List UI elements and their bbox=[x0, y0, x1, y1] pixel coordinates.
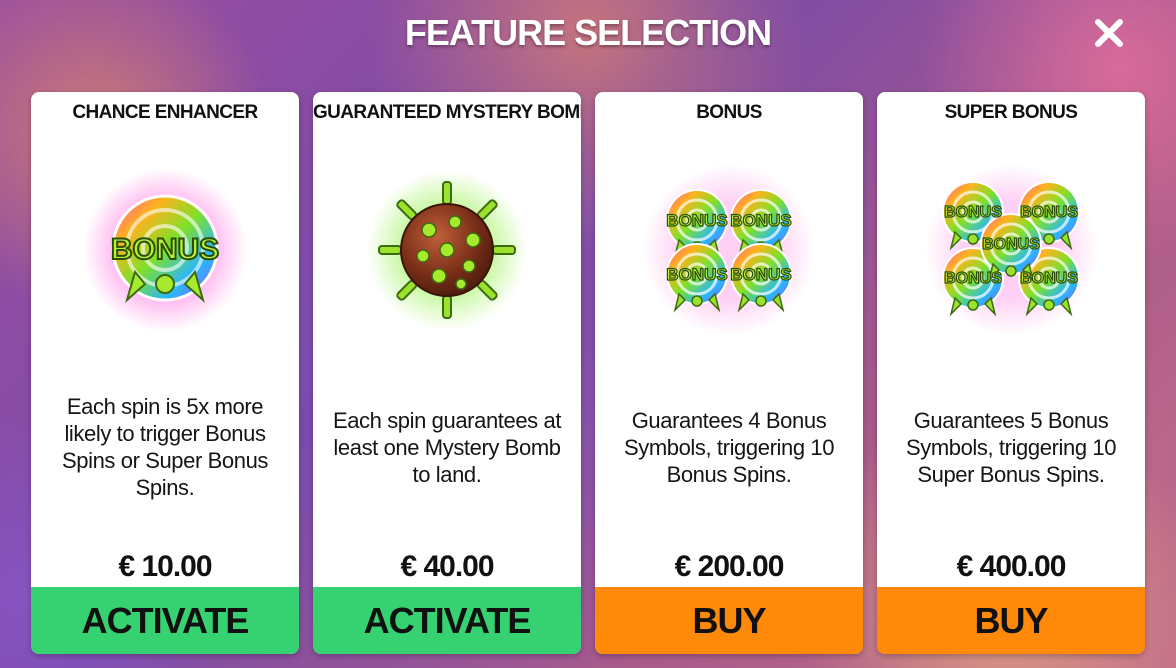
activate-button[interactable]: ACTIVATE bbox=[313, 587, 581, 654]
svg-text:BONUS: BONUS bbox=[666, 211, 727, 230]
activate-button[interactable]: ACTIVATE bbox=[31, 587, 299, 654]
svg-text:BONUS: BONUS bbox=[111, 233, 219, 266]
card-description: Each spin guarantees at least one Myster… bbox=[332, 407, 562, 487]
svg-text:BONUS: BONUS bbox=[666, 265, 727, 284]
buy-button[interactable]: BUY bbox=[877, 587, 1145, 654]
card-title: GUARANTEED MYSTERY BOMB bbox=[313, 102, 581, 123]
page-title: FEATURE SELECTION bbox=[404, 12, 772, 53]
feature-card-chance-enhancer: CHANCE ENHANCER BONUS Each spin is 5x mo… bbox=[31, 92, 299, 654]
svg-text:BONUS: BONUS bbox=[1020, 270, 1078, 287]
card-description: Guarantees 4 Bonus Symbols, triggering 1… bbox=[623, 407, 835, 487]
card-price: € 10.00 bbox=[118, 550, 212, 583]
mystery-bomb-icon bbox=[367, 170, 527, 330]
card-description: Each spin is 5x more likely to trigger B… bbox=[61, 394, 269, 500]
card-price: € 200.00 bbox=[674, 550, 785, 583]
svg-text:BONUS: BONUS bbox=[1020, 204, 1078, 221]
buy-button[interactable]: BUY bbox=[595, 587, 863, 654]
svg-text:BONUS: BONUS bbox=[730, 211, 791, 230]
feature-card-bonus: BONUS BONUS BONUS BONUS BONUS Guarantees… bbox=[595, 92, 863, 654]
close-button[interactable] bbox=[1092, 16, 1126, 50]
bonus-lollipop-icon: BONUS bbox=[83, 168, 247, 332]
feature-card-super-bonus: SUPER BONUS BONUS BONUS BONUS BONUS BONU… bbox=[877, 92, 1145, 654]
feature-cards: CHANCE ENHANCER BONUS Each spin is 5x mo… bbox=[31, 92, 1145, 654]
card-price: € 400.00 bbox=[956, 550, 1067, 583]
card-description: Guarantees 5 Bonus Symbols, triggering 1… bbox=[905, 407, 1117, 487]
svg-text:BONUS: BONUS bbox=[982, 236, 1040, 253]
svg-text:BONUS: BONUS bbox=[730, 265, 791, 284]
svg-text:BONUS: BONUS bbox=[944, 204, 1002, 221]
card-price: € 40.00 bbox=[400, 550, 494, 583]
card-title: CHANCE ENHANCER bbox=[72, 102, 258, 123]
feature-card-guaranteed-mystery-bomb: GUARANTEED MYSTERY BOMB Each spin guaran… bbox=[313, 92, 581, 654]
four-bonus-symbols-icon: BONUS BONUS BONUS BONUS bbox=[643, 164, 815, 336]
close-icon bbox=[1095, 19, 1123, 47]
svg-text:BONUS: BONUS bbox=[944, 270, 1002, 287]
card-title: SUPER BONUS bbox=[944, 102, 1078, 123]
five-bonus-symbols-icon: BONUS BONUS BONUS BONUS BONUS bbox=[925, 164, 1097, 336]
card-title: BONUS bbox=[696, 102, 762, 123]
